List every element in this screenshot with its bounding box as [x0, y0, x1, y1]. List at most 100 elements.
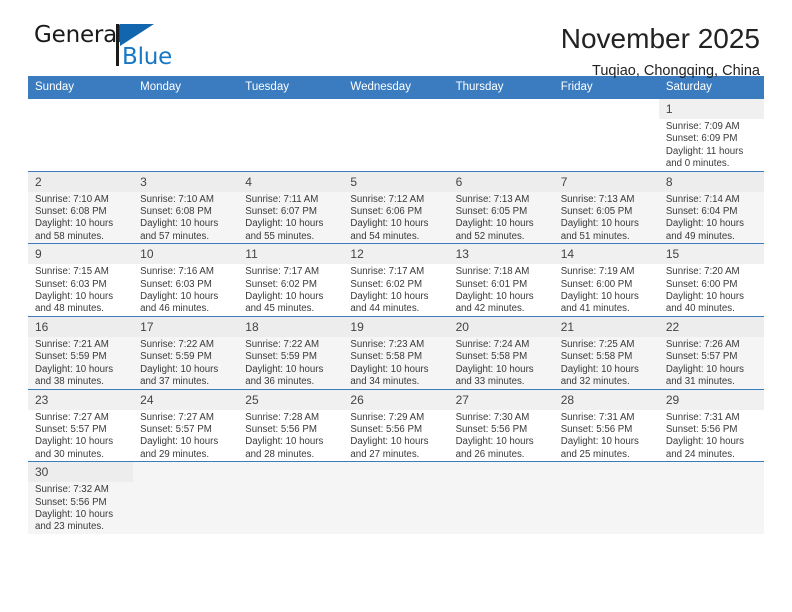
calendar-day-cell[interactable]: 18 Sunrise: 7:22 AM Sunset: 5:59 PM Dayligh…	[238, 315, 344, 389]
calendar-day-cell[interactable]: 24 Sunrise: 7:27 AM Sunset: 5:57 PM Dayligh…	[133, 388, 239, 462]
calendar-day-cell-empty	[133, 98, 239, 172]
weekday-header-sunday: Sunday	[28, 76, 134, 99]
day-details: Sunrise: 7:26 AM Sunset: 5:57 PM Daylight:…	[659, 337, 764, 389]
daylight-text-line1: Daylight: 10 hours	[140, 363, 219, 375]
calendar-day-cell[interactable]: 23 Sunrise: 7:27 AM Sunset: 5:57 PM Dayligh…	[28, 388, 134, 462]
calendar-day-cell[interactable]: 22 Sunrise: 7:26 AM Sunset: 5:57 PM Dayligh…	[658, 315, 764, 389]
sunset-text: Sunset: 6:09 PM	[665, 133, 738, 145]
day-number: 30	[28, 462, 134, 483]
daylight-text-line1: Daylight: 10 hours	[245, 436, 324, 448]
general-blue-logo[interactable]: General Blue	[34, 22, 172, 74]
calendar-day-cell[interactable]: 25 Sunrise: 7:28 AM Sunset: 5:56 PM Dayligh…	[238, 388, 344, 462]
day-details: Sunrise: 7:25 AM Sunset: 5:58 PM Daylight:…	[554, 337, 659, 389]
calendar-day-cell[interactable]: 4 Sunrise: 7:11 AM Sunset: 6:07 PM Daylight…	[238, 170, 344, 244]
sunrise-text: Sunrise: 7:15 AM	[35, 266, 109, 278]
calendar-day-cell[interactable]: 3 Sunrise: 7:10 AM Sunset: 6:08 PM Daylight…	[133, 170, 239, 244]
calendar-day-cell[interactable]: 7 Sunrise: 7:13 AM Sunset: 6:05 PM Daylight…	[553, 170, 659, 244]
day-details: Sunrise: 7:32 AM Sunset: 5:56 PM Daylight:…	[28, 482, 133, 534]
daylight-text-line2: and 57 minutes.	[140, 230, 210, 242]
day-details: Sunrise: 7:11 AM Sunset: 6:07 PM Daylight:…	[238, 192, 343, 244]
calendar-day-cell[interactable]: 10 Sunrise: 7:16 AM Sunset: 6:03 PM Dayligh…	[133, 243, 239, 317]
sunrise-text: Sunrise: 7:10 AM	[140, 193, 214, 205]
calendar-day-cell[interactable]: 15 Sunrise: 7:20 AM Sunset: 6:00 PM Dayligh…	[658, 243, 764, 317]
calendar-day-cell[interactable]: 30 Sunrise: 7:32 AM Sunset: 5:56 PM Dayligh…	[28, 461, 134, 534]
calendar-day-cell[interactable]: 12 Sunrise: 7:17 AM Sunset: 6:02 PM Dayligh…	[343, 243, 449, 317]
daylight-text-line2: and 46 minutes.	[140, 303, 210, 315]
calendar-day-cell-empty	[28, 98, 134, 172]
day-number: 19	[343, 316, 449, 337]
calendar-day-cell[interactable]: 6 Sunrise: 7:13 AM Sunset: 6:05 PM Daylight…	[448, 170, 554, 244]
calendar-day-cell[interactable]: 20 Sunrise: 7:24 AM Sunset: 5:58 PM Dayligh…	[448, 315, 554, 389]
sunset-text: Sunset: 6:02 PM	[350, 278, 423, 290]
calendar-day-cell[interactable]: 29 Sunrise: 7:31 AM Sunset: 5:56 PM Dayligh…	[658, 388, 764, 462]
calendar-day-cell[interactable]: 11 Sunrise: 7:17 AM Sunset: 6:02 PM Dayligh…	[238, 243, 344, 317]
calendar-day-cell-empty	[553, 98, 659, 172]
day-details: Sunrise: 7:09 AM Sunset: 6:09 PM Daylight:…	[659, 119, 764, 171]
day-number: 3	[133, 171, 239, 192]
calendar-day-cell[interactable]: 27 Sunrise: 7:30 AM Sunset: 5:56 PM Dayligh…	[448, 388, 554, 462]
day-number: 8	[658, 171, 764, 192]
daylight-text-line2: and 26 minutes.	[455, 448, 525, 460]
sunrise-text: Sunrise: 7:14 AM	[665, 193, 740, 205]
calendar-day-cell[interactable]: 26 Sunrise: 7:29 AM Sunset: 5:56 PM Dayligh…	[343, 388, 449, 462]
calendar-day-cell-empty	[553, 461, 659, 534]
sunset-text: Sunset: 6:08 PM	[140, 206, 212, 218]
daylight-text-line1: Daylight: 10 hours	[140, 291, 219, 303]
day-number: 23	[28, 389, 134, 410]
day-number: 11	[238, 244, 344, 265]
day-number: 28	[553, 389, 659, 410]
sunset-text: Sunset: 5:56 PM	[245, 423, 317, 435]
sunset-text: Sunset: 6:05 PM	[455, 206, 528, 218]
sunset-text: Sunset: 5:58 PM	[560, 351, 633, 363]
day-number: 13	[448, 244, 554, 265]
calendar-day-cell[interactable]: 28 Sunrise: 7:31 AM Sunset: 5:56 PM Dayligh…	[553, 388, 659, 462]
calendar-day-cell[interactable]: 17 Sunrise: 7:22 AM Sunset: 5:59 PM Dayligh…	[133, 315, 239, 389]
day-number: 12	[343, 244, 449, 265]
daylight-text-line1: Daylight: 10 hours	[350, 436, 429, 448]
day-details: Sunrise: 7:17 AM Sunset: 6:02 PM Daylight:…	[343, 264, 448, 316]
sunset-text: Sunset: 5:56 PM	[350, 423, 423, 435]
daylight-text-line1: Daylight: 10 hours	[455, 218, 534, 230]
sunrise-text: Sunrise: 7:23 AM	[350, 338, 425, 350]
daylight-text-line2: and 25 minutes.	[560, 448, 630, 460]
calendar-day-cell[interactable]: 9 Sunrise: 7:15 AM Sunset: 6:03 PM Daylight…	[28, 243, 134, 317]
calendar-day-cell[interactable]: 14 Sunrise: 7:19 AM Sunset: 6:00 PM Dayligh…	[553, 243, 659, 317]
daylight-text-line2: and 41 minutes.	[560, 303, 630, 315]
sunset-text: Sunset: 6:02 PM	[245, 278, 317, 290]
calendar-week-row: 23 Sunrise: 7:27 AM Sunset: 5:57 PM Dayligh…	[28, 388, 764, 462]
daylight-text-line2: and 44 minutes.	[350, 303, 420, 315]
calendar-day-cell[interactable]: 21 Sunrise: 7:25 AM Sunset: 5:58 PM Dayligh…	[553, 315, 659, 389]
calendar-day-cell[interactable]: 5 Sunrise: 7:12 AM Sunset: 6:06 PM Daylight…	[343, 170, 449, 244]
calendar-day-cell[interactable]: 8 Sunrise: 7:14 AM Sunset: 6:04 PM Daylight…	[658, 170, 764, 244]
day-number: 1	[658, 99, 764, 119]
calendar-day-cell[interactable]: 16 Sunrise: 7:21 AM Sunset: 5:59 PM Dayligh…	[28, 315, 134, 389]
daylight-text-line2: and 28 minutes.	[245, 448, 315, 460]
sunset-text: Sunset: 6:05 PM	[560, 206, 633, 218]
sunset-text: Sunset: 5:58 PM	[455, 351, 528, 363]
day-number: 20	[448, 316, 554, 337]
daylight-text-line2: and 30 minutes.	[35, 448, 104, 460]
day-details: Sunrise: 7:17 AM Sunset: 6:02 PM Daylight:…	[238, 264, 343, 316]
daylight-text-line2: and 37 minutes.	[140, 376, 210, 388]
sunset-text: Sunset: 6:03 PM	[35, 278, 107, 290]
daylight-text-line1: Daylight: 10 hours	[665, 291, 744, 303]
calendar-week-row: 2 Sunrise: 7:10 AM Sunset: 6:08 PM Daylight…	[28, 170, 764, 244]
calendar-day-cell[interactable]: 1 Sunrise: 7:09 AM Sunset: 6:09 PM Daylight…	[658, 98, 764, 172]
calendar-day-cell[interactable]: 13 Sunrise: 7:18 AM Sunset: 6:01 PM Dayligh…	[448, 243, 554, 317]
daylight-text-line2: and 29 minutes.	[140, 448, 210, 460]
daylight-text-line1: Daylight: 10 hours	[665, 363, 744, 375]
sunset-text: Sunset: 6:01 PM	[455, 278, 528, 290]
calendar-day-cell[interactable]: 2 Sunrise: 7:10 AM Sunset: 6:08 PM Daylight…	[28, 170, 134, 244]
day-details: Sunrise: 7:31 AM Sunset: 5:56 PM Daylight:…	[659, 410, 764, 462]
sunset-text: Sunset: 6:00 PM	[560, 278, 633, 290]
sunset-text: Sunset: 6:04 PM	[665, 206, 738, 218]
logo-mast-icon	[116, 24, 119, 66]
sunrise-text: Sunrise: 7:17 AM	[350, 266, 425, 278]
daylight-text-line2: and 52 minutes.	[455, 230, 525, 242]
calendar-day-cell[interactable]: 19 Sunrise: 7:23 AM Sunset: 5:58 PM Dayligh…	[343, 315, 449, 389]
calendar-day-cell-empty	[448, 98, 554, 172]
daylight-text-line2: and 0 minutes.	[665, 158, 730, 170]
sunset-text: Sunset: 5:57 PM	[35, 423, 107, 435]
daylight-text-line2: and 33 minutes.	[455, 376, 525, 388]
day-number: 2	[28, 171, 134, 192]
